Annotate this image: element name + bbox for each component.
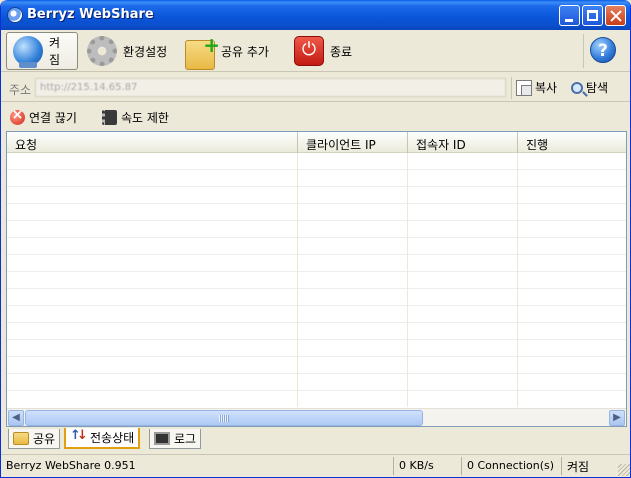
copy-icon bbox=[516, 79, 532, 96]
gear-icon bbox=[87, 36, 117, 66]
tab-log[interactable]: 로그 bbox=[149, 429, 202, 449]
explore-label: 탐색 bbox=[586, 81, 609, 95]
column-header-request[interactable]: 요청 bbox=[7, 132, 298, 153]
speed-limit-button[interactable]: 속도 제한 bbox=[102, 109, 169, 126]
main-toolbar: 켜짐 환경설정 공유 추가 종료 ? bbox=[1, 30, 630, 72]
address-field[interactable]: http://215.14.65.87 bbox=[35, 78, 506, 97]
status-transfer-rate: 0 KB/s bbox=[399, 459, 434, 472]
disconnect-button[interactable]: 연결 끊기 bbox=[10, 107, 77, 126]
exit-label: 종료 bbox=[330, 44, 353, 59]
globe-server-icon bbox=[13, 36, 43, 68]
scroll-left-arrow-icon[interactable]: ◀ bbox=[8, 410, 24, 426]
transfer-list[interactable]: 요청 클라이언트 IP 접속자 ID 진행 ◀ ▶ bbox=[6, 131, 627, 427]
folder-icon bbox=[13, 432, 29, 445]
power-on-label: 켜짐 bbox=[48, 36, 60, 67]
copy-button[interactable]: 복사 bbox=[516, 79, 557, 96]
close-button[interactable] bbox=[605, 5, 626, 26]
status-connections: 0 Connection(s) bbox=[467, 459, 555, 472]
tab-log-label: 로그 bbox=[174, 432, 197, 446]
folder-add-icon bbox=[185, 33, 220, 70]
scrollbar-grip-icon bbox=[219, 415, 229, 422]
status-app-version: Berryz WebShare 0.951 bbox=[6, 459, 136, 472]
scroll-right-arrow-icon[interactable]: ▶ bbox=[609, 410, 625, 426]
log-window-icon bbox=[154, 432, 170, 445]
address-divider bbox=[511, 77, 512, 99]
toolbar-divider bbox=[583, 34, 584, 68]
column-header-progress[interactable]: 진행 bbox=[518, 132, 626, 153]
tab-share[interactable]: 공유 bbox=[8, 429, 61, 449]
power-on-button[interactable]: 켜짐 bbox=[6, 32, 78, 70]
explore-button[interactable]: 탐색 bbox=[571, 79, 608, 96]
add-share-label: 공유 추가 bbox=[221, 44, 269, 59]
disconnect-label: 연결 끊기 bbox=[29, 111, 77, 125]
tab-transfer-status[interactable]: 전송상태 bbox=[64, 428, 141, 449]
help-button[interactable]: ? bbox=[590, 37, 616, 63]
transfer-arrows-icon bbox=[70, 428, 88, 444]
maximize-button[interactable] bbox=[582, 5, 603, 26]
settings-button[interactable]: 환경설정 bbox=[81, 32, 173, 70]
tab-share-label: 공유 bbox=[33, 432, 56, 446]
resize-grip-icon[interactable] bbox=[618, 464, 630, 476]
settings-label: 환경설정 bbox=[123, 44, 168, 59]
app-window: Berryz WebShare 켜짐 환경설정 공유 추가 종료 ? 주소 ht… bbox=[0, 0, 631, 478]
list-header: 요청 클라이언트 IP 접속자 ID 진행 bbox=[7, 132, 626, 153]
title-bar[interactable]: Berryz WebShare bbox=[1, 0, 630, 30]
disconnect-icon bbox=[10, 107, 25, 125]
app-logo-icon bbox=[7, 7, 23, 23]
tab-transfer-label: 전송상태 bbox=[90, 431, 135, 445]
action-bar: 연결 끊기 속도 제한 bbox=[1, 104, 630, 130]
horizontal-scrollbar[interactable]: ◀ ▶ bbox=[7, 408, 626, 426]
bottom-tabs: 공유 전송상태 로그 bbox=[1, 428, 630, 450]
window-title: Berryz WebShare bbox=[27, 7, 154, 22]
add-share-button[interactable]: 공유 추가 bbox=[179, 32, 275, 70]
speed-limit-label: 속도 제한 bbox=[121, 111, 169, 125]
power-icon bbox=[294, 36, 324, 66]
status-divider bbox=[561, 457, 562, 475]
column-header-user-id[interactable]: 접속자 ID bbox=[408, 132, 518, 153]
list-body[interactable] bbox=[7, 153, 626, 407]
exit-button[interactable]: 종료 bbox=[288, 32, 358, 70]
magnifier-icon bbox=[571, 81, 583, 94]
status-divider bbox=[461, 457, 462, 475]
copy-label: 복사 bbox=[535, 81, 558, 95]
status-divider bbox=[393, 457, 394, 475]
address-label: 주소 bbox=[9, 83, 32, 97]
status-bar: Berryz WebShare 0.951 0 KB/s 0 Connectio… bbox=[1, 454, 630, 477]
status-server-state: 켜짐 bbox=[567, 460, 590, 474]
scrollbar-thumb[interactable] bbox=[25, 410, 423, 426]
minimize-button[interactable] bbox=[559, 5, 580, 26]
speed-limit-icon bbox=[102, 110, 117, 125]
address-bar: 주소 http://215.14.65.87 복사 탐색 bbox=[1, 74, 630, 102]
column-header-client-ip[interactable]: 클라이언트 IP bbox=[298, 132, 408, 153]
